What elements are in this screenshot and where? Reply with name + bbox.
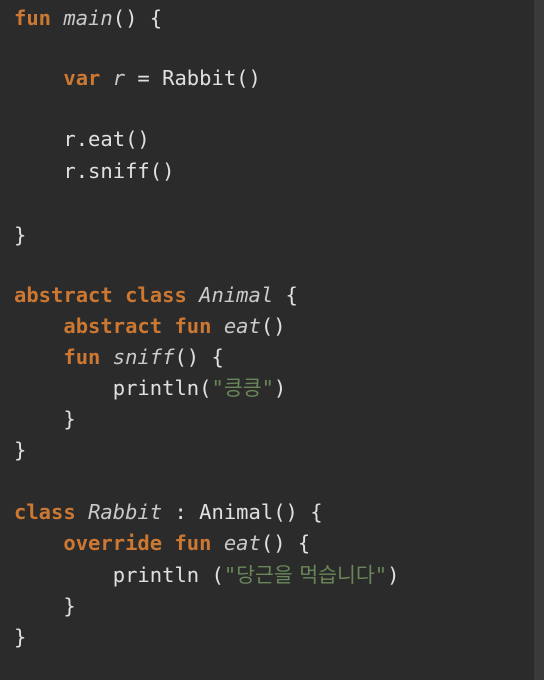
code-keyword: fun bbox=[174, 314, 212, 338]
scrollbar[interactable] bbox=[534, 0, 544, 680]
code-string: " bbox=[211, 376, 224, 400]
code-identifier: sniff bbox=[112, 345, 175, 369]
code-line[interactable]: fun main() { bbox=[14, 3, 162, 34]
code-text: = Rabbit() bbox=[125, 66, 261, 90]
code-identifier: Animal bbox=[199, 283, 274, 307]
code-identifier: r bbox=[112, 66, 126, 90]
code-editor[interactable]: fun main() { var r = Rabbit() r.eat() r.… bbox=[0, 0, 544, 680]
code-line[interactable]: r.eat() bbox=[14, 124, 150, 155]
code-keyword: override bbox=[63, 531, 163, 555]
code-text: () { bbox=[112, 6, 163, 30]
code-text: println ( bbox=[14, 563, 224, 587]
code-string: " bbox=[374, 563, 388, 587]
code-text: : Animal() { bbox=[162, 500, 323, 524]
code-text: } bbox=[14, 438, 27, 462]
code-text: () { bbox=[174, 345, 224, 369]
code-line[interactable]: } bbox=[14, 591, 76, 622]
code-string: " bbox=[223, 563, 237, 587]
code-identifier: Rabbit bbox=[88, 500, 163, 524]
code-keyword: class bbox=[14, 500, 76, 524]
code-line[interactable]: } bbox=[14, 435, 26, 466]
code-line[interactable]: fun sniff() { bbox=[14, 342, 224, 373]
code-keyword: class bbox=[125, 283, 187, 307]
code-line[interactable]: var r = Rabbit() bbox=[14, 63, 261, 94]
code-text: () bbox=[260, 314, 286, 338]
code-identifier: eat bbox=[223, 314, 261, 338]
code-text: println( bbox=[14, 376, 212, 400]
code-line[interactable]: println ("당근을 먹습니다") bbox=[14, 560, 400, 591]
code-text: ) bbox=[273, 376, 287, 400]
code-line[interactable]: println("킁킁") bbox=[14, 373, 287, 404]
code-keyword: abstract bbox=[14, 283, 113, 307]
code-identifier: main bbox=[63, 6, 113, 30]
code-string: 당근을 먹습니다 bbox=[236, 563, 375, 587]
code-line[interactable]: } bbox=[14, 404, 76, 435]
code-line[interactable]: abstract fun eat() bbox=[14, 311, 286, 342]
code-keyword: fun bbox=[63, 345, 101, 369]
code-line[interactable]: override fun eat() { bbox=[14, 528, 310, 559]
code-identifier: eat bbox=[223, 531, 261, 555]
code-line[interactable]: } bbox=[14, 220, 26, 251]
code-text: } bbox=[14, 223, 27, 247]
code-area[interactable]: fun main() { var r = Rabbit() r.eat() r.… bbox=[14, 0, 534, 680]
code-text: { bbox=[273, 283, 298, 307]
code-text: r.eat() bbox=[14, 127, 150, 151]
code-line[interactable]: r.sniff() bbox=[14, 156, 174, 187]
code-text: } bbox=[14, 407, 76, 431]
code-line[interactable]: class Rabbit : Animal() { bbox=[14, 497, 323, 528]
code-line[interactable]: } bbox=[14, 622, 26, 653]
code-text: } bbox=[14, 594, 76, 618]
code-keyword: fun bbox=[14, 6, 52, 30]
code-text: } bbox=[14, 625, 27, 649]
code-text: r.sniff() bbox=[14, 159, 175, 183]
code-keyword: fun bbox=[174, 531, 212, 555]
code-string: " bbox=[261, 376, 274, 400]
code-keyword: var bbox=[63, 66, 101, 90]
code-line[interactable]: abstract class Animal { bbox=[14, 280, 298, 311]
code-keyword: abstract bbox=[63, 314, 163, 338]
code-string: 킁킁 bbox=[223, 376, 262, 400]
code-text: ) bbox=[387, 563, 400, 587]
code-text: () { bbox=[260, 531, 311, 555]
